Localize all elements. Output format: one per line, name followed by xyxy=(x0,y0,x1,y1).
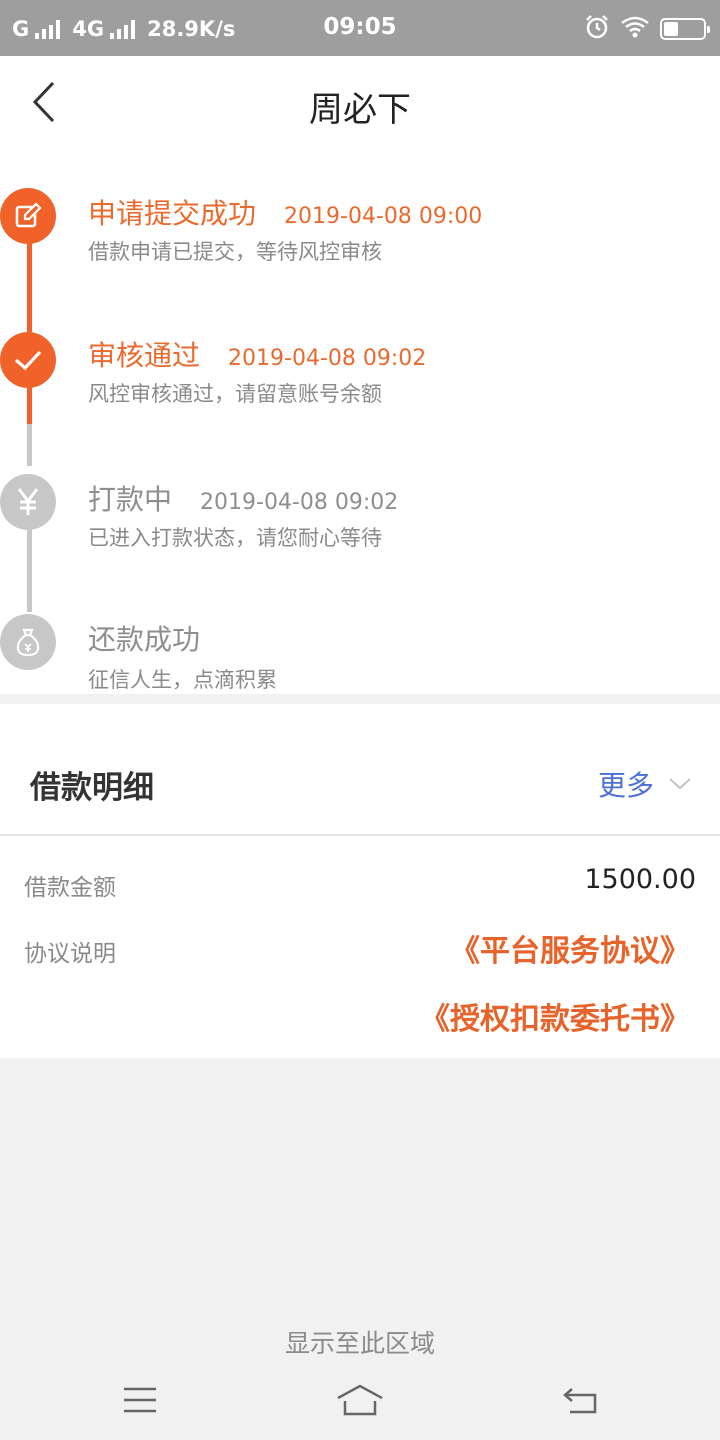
home-icon xyxy=(337,1384,383,1416)
menu-button[interactable] xyxy=(110,1378,170,1422)
loan-detail-card: 借款明细 更多 借款金额 1500.00 协议说明 《平台服务协议》 《授权扣款… xyxy=(0,704,720,1058)
amount-label: 借款金额 xyxy=(24,875,116,901)
agreement-label: 协议说明 xyxy=(24,941,116,967)
step-description: 风控审核通过，请留意账号余额 xyxy=(88,382,382,406)
wifi-icon xyxy=(620,15,650,43)
section-title: 借款明细 xyxy=(30,770,154,806)
more-button[interactable]: 更多 xyxy=(598,764,692,804)
return-icon xyxy=(563,1388,597,1414)
chevron-down-icon xyxy=(669,778,691,790)
amount-value: 1500.00 xyxy=(584,864,696,895)
step-title: 审核通过 xyxy=(88,339,201,372)
step-title: 打款中 xyxy=(88,483,173,516)
status-bar: G 4G 28.9K/s 09:05 xyxy=(0,0,720,56)
header: 周必下 xyxy=(0,56,720,148)
page-title: 周必下 xyxy=(309,90,411,130)
step-time: 2019-04-08 09:02 xyxy=(200,490,399,515)
yen-icon xyxy=(0,474,56,530)
menu-icon xyxy=(124,1387,156,1413)
alarm-icon xyxy=(584,14,610,44)
money-bag-icon xyxy=(0,614,56,670)
step-time: 2019-04-08 09:02 xyxy=(228,346,427,371)
progress-timeline: 申请提交成功 2019-04-08 09:00 借款申请已提交，等待风控审核 审… xyxy=(0,148,720,694)
system-nav-bar xyxy=(0,1368,720,1440)
status-bar-right xyxy=(584,14,710,44)
step-title: 申请提交成功 xyxy=(88,197,257,230)
timeline-step-submitted: 申请提交成功 2019-04-08 09:00 借款申请已提交，等待风控审核 xyxy=(0,184,720,294)
step-description: 已进入打款状态，请您耐心等待 xyxy=(88,526,382,550)
step-title: 还款成功 xyxy=(88,623,201,656)
check-icon xyxy=(0,332,56,388)
home-button[interactable] xyxy=(330,1378,390,1422)
timeline-step-disbursing: 打款中 2019-04-08 09:02 已进入打款状态，请您耐心等待 xyxy=(0,470,720,580)
timeline-step-approved: 审核通过 2019-04-08 09:02 风控审核通过，请留意账号余额 xyxy=(0,328,720,438)
divider xyxy=(0,834,720,836)
step-description: 借款申请已提交，等待风控审核 xyxy=(88,240,382,264)
more-label: 更多 xyxy=(597,769,654,802)
battery-icon xyxy=(660,18,710,40)
edit-icon xyxy=(0,188,56,244)
step-time: 2019-04-08 09:00 xyxy=(284,204,483,229)
step-description: 征信人生，点滴积累 xyxy=(88,668,277,692)
display-area-hint: 显示至此区域 xyxy=(284,1329,435,1358)
back-nav-button[interactable] xyxy=(550,1378,610,1422)
debit-authorization-link[interactable]: 《授权扣款委托书》 xyxy=(420,994,690,1038)
platform-service-agreement-link[interactable]: 《平台服务协议》 xyxy=(450,926,690,970)
